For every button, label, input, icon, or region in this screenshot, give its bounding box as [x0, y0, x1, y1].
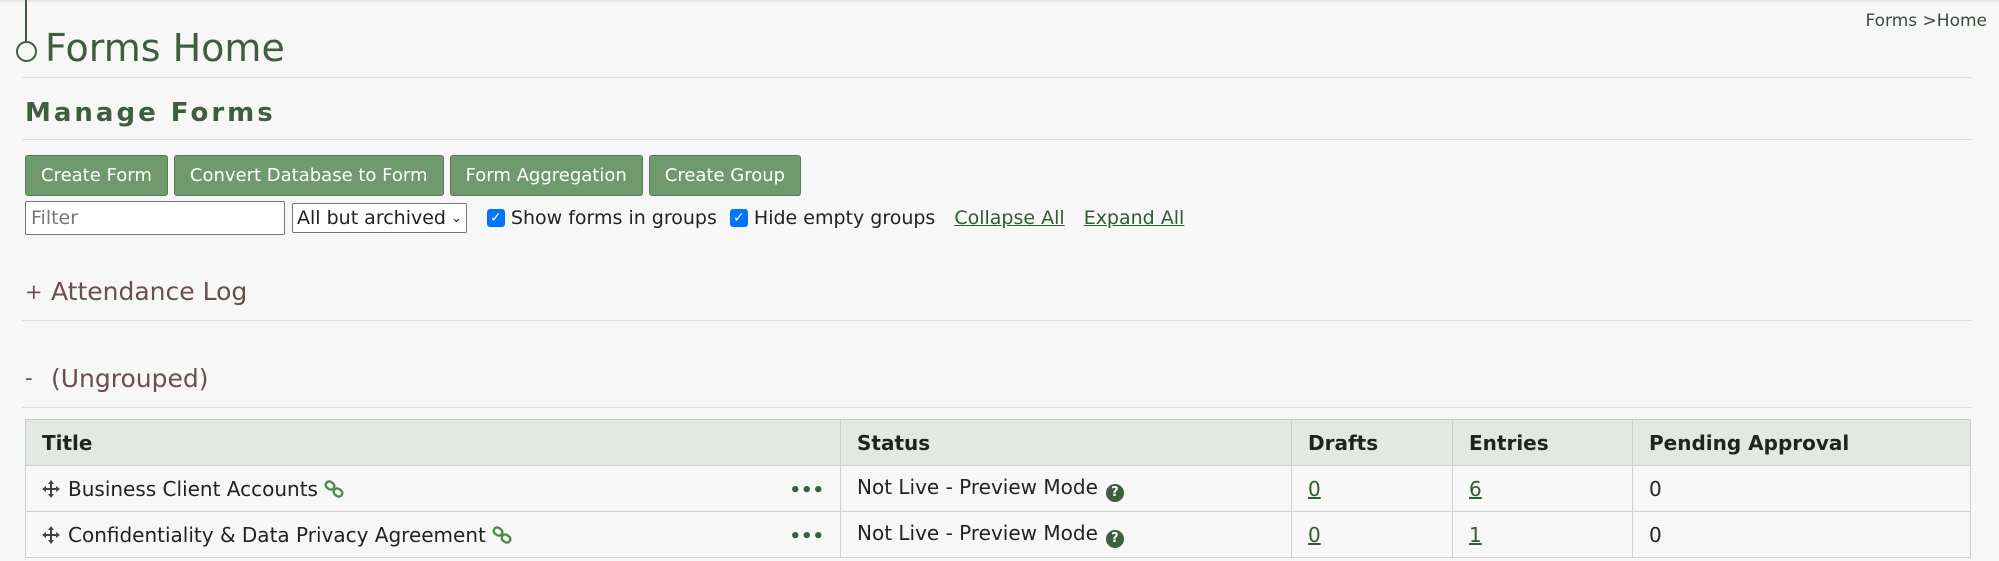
column-header-drafts: Drafts [1291, 419, 1453, 466]
timeline-bar [25, 0, 27, 42]
drag-move-icon[interactable] [42, 479, 60, 498]
group-expand-toggle[interactable]: + [25, 280, 43, 304]
status-select-value: All but archived [297, 207, 446, 229]
form-title-link[interactable]: Confidentiality & Data Privacy Agreement [68, 523, 486, 547]
help-icon[interactable]: ? [1105, 529, 1124, 548]
breadcrumb: Forms >Home [1865, 11, 1987, 31]
hide-empty-checkbox[interactable]: ✓ [729, 209, 748, 227]
top-border [0, 0, 1999, 2]
breadcrumb-home: Home [1936, 11, 1987, 31]
divider [22, 139, 1971, 140]
entries-cell: 1 [1452, 511, 1633, 558]
timeline-dot-icon [16, 41, 37, 62]
hide-empty-checkbox-label[interactable]: ✓ Hide empty groups [729, 207, 936, 229]
drafts-link[interactable]: 0 [1308, 477, 1321, 501]
hide-empty-label: Hide empty groups [753, 207, 936, 229]
link-chain-icon [492, 525, 512, 544]
create-group-button[interactable]: Create Group [648, 155, 802, 196]
row-menu-icon[interactable]: ••• [789, 480, 824, 501]
column-header-pending-approval: Pending Approval [1632, 419, 1971, 466]
drafts-cell: 0 [1291, 511, 1453, 558]
expand-all-link[interactable]: Expand All [1084, 207, 1185, 229]
table-row: Confidentiality & Data Privacy Agreement… [25, 511, 1971, 558]
group-title-ungrouped[interactable]: (Ungrouped) [51, 364, 209, 393]
forms-table: Title Status Drafts Entries Pending Appr… [25, 419, 1971, 558]
create-form-button[interactable]: Create Form [25, 155, 168, 196]
show-groups-label: Show forms in groups [510, 207, 717, 229]
row-menu-icon[interactable]: ••• [789, 526, 824, 547]
status-text: Not Live - Preview Mode [857, 521, 1098, 546]
form-aggregation-button[interactable]: Form Aggregation [449, 155, 643, 196]
breadcrumb-forms[interactable]: Forms [1865, 11, 1917, 31]
pending-approval-cell: 0 [1632, 511, 1971, 558]
entries-cell: 6 [1452, 465, 1633, 512]
column-header-status: Status [840, 419, 1292, 466]
table-row: Business Client Accounts ••• Not Live - … [25, 465, 1971, 512]
divider [22, 320, 1971, 321]
status-cell: Not Live - Preview Mode? [840, 511, 1292, 558]
convert-database-button[interactable]: Convert Database to Form [173, 155, 444, 196]
group-collapse-toggle[interactable]: - [25, 366, 33, 390]
status-text: Not Live - Preview Mode [857, 475, 1098, 500]
drafts-cell: 0 [1291, 465, 1453, 512]
title-cell: Business Client Accounts ••• [25, 465, 841, 512]
title-cell: Confidentiality & Data Privacy Agreement… [25, 511, 841, 558]
help-icon[interactable]: ? [1105, 483, 1124, 502]
status-cell: Not Live - Preview Mode? [840, 465, 1292, 512]
table-header-row: Title Status Drafts Entries Pending Appr… [25, 419, 1971, 466]
link-chain-icon [324, 479, 344, 498]
drafts-link[interactable]: 0 [1308, 523, 1321, 547]
chevron-down-icon: ⌄ [451, 210, 462, 226]
divider [22, 407, 1971, 408]
status-select[interactable]: All but archived ⌄ [292, 203, 467, 233]
show-groups-checkbox[interactable]: ✓ [486, 209, 505, 227]
filter-input[interactable] [25, 201, 285, 235]
pending-approval-cell: 0 [1632, 465, 1971, 512]
collapse-all-link[interactable]: Collapse All [954, 207, 1064, 229]
column-header-entries: Entries [1452, 419, 1633, 466]
filter-controls: All but archived ⌄ ✓ Show forms in group… [25, 201, 1184, 235]
breadcrumb-separator: > [1922, 11, 1937, 31]
form-title-link[interactable]: Business Client Accounts [68, 477, 318, 501]
entries-link[interactable]: 6 [1469, 477, 1482, 501]
page-title: Forms Home [45, 26, 285, 70]
entries-link[interactable]: 1 [1469, 523, 1482, 547]
section-title: Manage Forms [25, 98, 276, 128]
drag-move-icon[interactable] [42, 525, 60, 544]
divider [22, 77, 1971, 78]
column-header-title: Title [25, 419, 841, 466]
toolbar: Create Form Convert Database to Form For… [25, 155, 802, 196]
show-groups-checkbox-label[interactable]: ✓ Show forms in groups [486, 207, 717, 229]
group-title-attendance-log[interactable]: Attendance Log [51, 277, 247, 306]
